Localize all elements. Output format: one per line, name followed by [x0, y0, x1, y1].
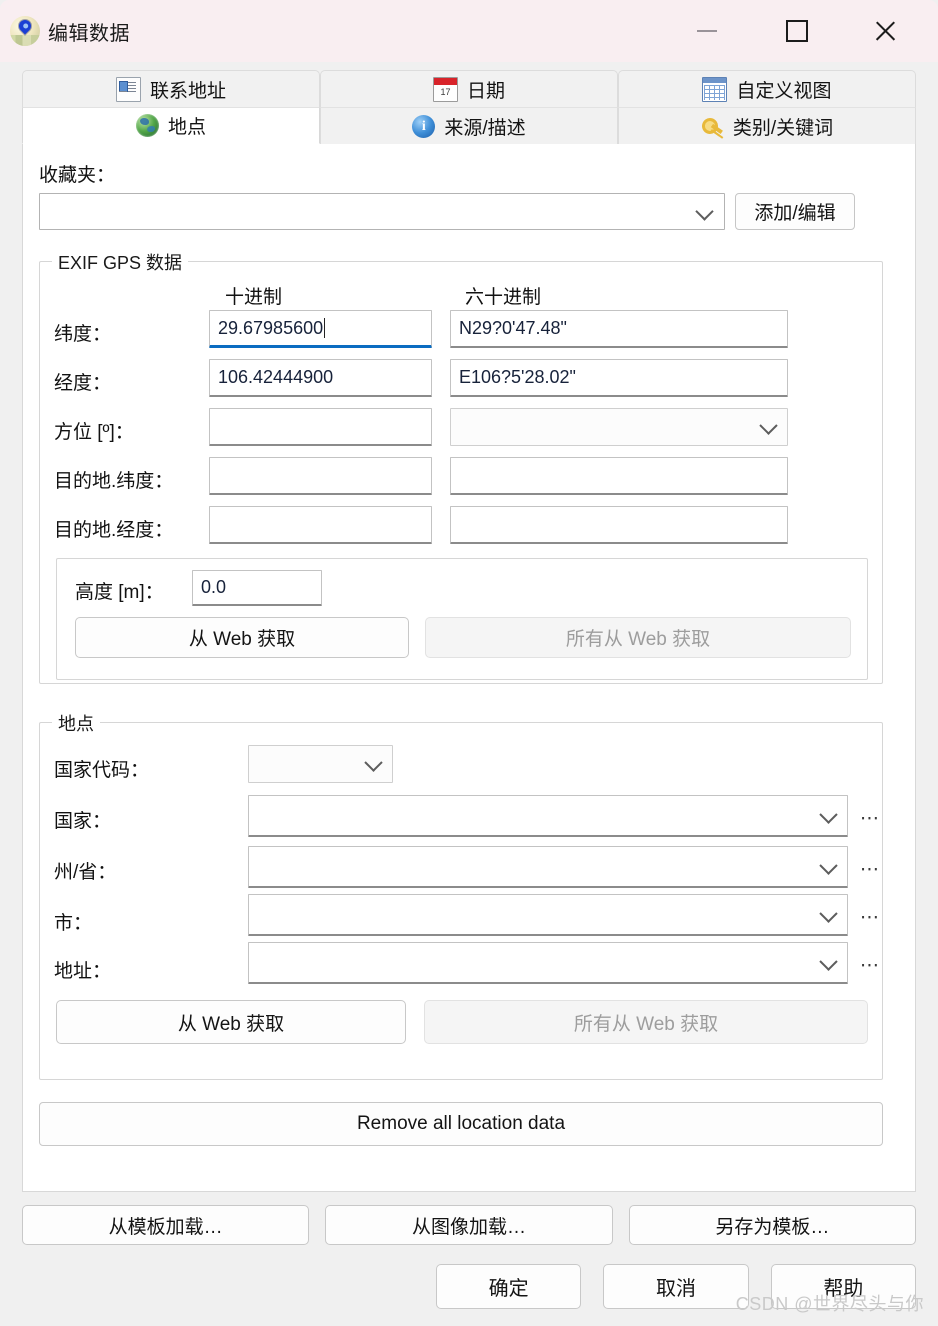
chevron-down-icon [819, 805, 838, 824]
city-combo[interactable] [248, 894, 848, 936]
destination-latitude-sexagesimal-input[interactable] [450, 457, 788, 495]
location-pin-icon [10, 16, 40, 46]
maximize-button[interactable] [766, 0, 828, 62]
latitude-sexagesimal-value: N29?0'47.48" [459, 318, 567, 338]
chevron-down-icon [759, 416, 778, 435]
tab-row-bottom: 地点 来源/描述 类别/关键词 [22, 107, 916, 144]
favorites-combo[interactable] [39, 193, 725, 230]
longitude-decimal-input[interactable]: 106.42444900 [209, 359, 432, 397]
country-label: 国家： [54, 811, 112, 832]
chevron-down-icon [819, 904, 838, 923]
tab-strip: 联系地址 日期 自定义视图 地点 来源/描述 类别/关键词 [22, 70, 916, 144]
altitude-label: 高度 [m]： [75, 582, 164, 603]
globe-icon [135, 114, 159, 137]
info-circle-icon [412, 114, 436, 138]
tab-category-keywords[interactable]: 类别/关键词 [618, 107, 916, 144]
location-tab-panel: 收藏夹： 添加/编辑 EXIF GPS 数据 十进制 六十进制 纬度： 29.6… [22, 144, 916, 1192]
city-label: 市： [54, 913, 93, 934]
latitude-decimal-value: 29.67985600 [218, 317, 324, 338]
ok-button[interactable]: 确定 [436, 1264, 582, 1309]
watermark: CSDN @世界尽头与你 [735, 1294, 924, 1314]
key-icon [701, 115, 724, 138]
cancel-button[interactable]: 取消 [603, 1264, 749, 1309]
bearing-decimal-input[interactable] [209, 408, 432, 446]
altitude-all-from-web-button: 所有从 Web 获取 [425, 617, 851, 658]
exif-gps-group-title: EXIF GPS 数据 [52, 249, 189, 275]
tab-label: 日期 [466, 80, 505, 102]
template-button-row: 从模板加载… 从图像加载… 另存为模板… [22, 1205, 916, 1245]
tab-custom-view[interactable]: 自定义视图 [618, 70, 916, 107]
country-more-button[interactable]: ⋯ [860, 809, 880, 828]
tab-contact-address[interactable]: 联系地址 [22, 70, 320, 107]
longitude-sexagesimal-value: E106?5'28.02" [459, 367, 576, 387]
favorites-label: 收藏夹： [39, 165, 116, 186]
chevron-down-icon [695, 202, 714, 221]
tab-source-description[interactable]: 来源/描述 [320, 107, 618, 144]
tab-label: 自定义视图 [736, 80, 832, 102]
altitude-value: 0.0 [201, 577, 227, 597]
window-title: 编辑数据 [48, 22, 130, 45]
longitude-decimal-value: 106.42444900 [218, 367, 334, 387]
chevron-down-icon [819, 856, 838, 875]
country-code-label: 国家代码： [54, 760, 150, 781]
destination-longitude-sexagesimal-input[interactable] [450, 506, 788, 544]
maximize-icon [786, 20, 808, 42]
remove-all-location-data-button[interactable]: Remove all location data [39, 1102, 883, 1146]
address-label: 地址： [54, 961, 112, 982]
altitude-input[interactable]: 0.0 [192, 570, 322, 606]
destination-latitude-label: 目的地.纬度： [54, 471, 174, 492]
window-controls [676, 0, 938, 62]
state-more-button[interactable]: ⋯ [860, 860, 880, 879]
latitude-label: 纬度： [54, 324, 112, 345]
place-group-title: 地点 [52, 710, 100, 736]
title-bar: 编辑数据 [0, 0, 938, 62]
state-label: 州/省： [54, 862, 117, 883]
bearing-reference-combo[interactable] [450, 408, 788, 446]
city-more-button[interactable]: ⋯ [860, 908, 880, 927]
bearing-label: 方位 [º]： [54, 422, 134, 443]
address-combo[interactable] [248, 942, 848, 984]
tab-row-top: 联系地址 日期 自定义视图 [22, 70, 916, 107]
place-group: 地点 国家代码： 国家： ⋯ 州/省： ⋯ 市： ⋯ 地址： ⋯ 从 Web 获… [39, 710, 883, 1080]
contact-card-icon [115, 76, 141, 102]
load-from-image-button[interactable]: 从图像加载… [325, 1205, 613, 1245]
destination-latitude-decimal-input[interactable] [209, 457, 432, 495]
tab-label: 联系地址 [149, 80, 226, 102]
edit-data-dialog: 编辑数据 联系地址 日期 自定义视图 [0, 0, 938, 1326]
tab-date[interactable]: 日期 [320, 70, 618, 107]
country-combo[interactable] [248, 795, 848, 837]
column-header-decimal: 十进制 [225, 287, 283, 308]
column-header-sexagesimal: 六十进制 [465, 287, 542, 308]
country-code-combo[interactable] [248, 745, 393, 783]
longitude-sexagesimal-input[interactable]: E106?5'28.02" [450, 359, 788, 397]
address-more-button[interactable]: ⋯ [860, 956, 880, 975]
close-icon [873, 19, 897, 43]
tab-label: 来源/描述 [444, 117, 526, 139]
altitude-group: 高度 [m]： 0.0 从 Web 获取 所有从 Web 获取 [56, 558, 868, 680]
tab-label: 地点 [167, 117, 206, 138]
exif-gps-group: EXIF GPS 数据 十进制 六十进制 纬度： 29.67985600 N29… [39, 249, 883, 684]
state-combo[interactable] [248, 846, 848, 888]
minimize-icon [697, 30, 717, 32]
tab-location[interactable]: 地点 [22, 107, 320, 144]
place-from-web-button[interactable]: 从 Web 获取 [56, 1000, 406, 1044]
load-from-template-button[interactable]: 从模板加载… [22, 1205, 310, 1245]
tab-label: 类别/关键词 [732, 117, 834, 139]
latitude-decimal-input[interactable]: 29.67985600 [209, 310, 432, 348]
altitude-from-web-button[interactable]: 从 Web 获取 [75, 617, 409, 658]
destination-longitude-decimal-input[interactable] [209, 506, 432, 544]
destination-longitude-label: 目的地.经度： [54, 520, 174, 541]
longitude-label: 经度： [54, 373, 112, 394]
latitude-sexagesimal-input[interactable]: N29?0'47.48" [450, 310, 788, 348]
favorites-add-edit-button[interactable]: 添加/编辑 [735, 193, 855, 230]
place-all-from-web-button: 所有从 Web 获取 [424, 1000, 868, 1044]
chevron-down-icon [364, 753, 383, 772]
save-as-template-button[interactable]: 另存为模板… [628, 1205, 916, 1245]
table-grid-icon [702, 76, 728, 102]
chevron-down-icon [819, 952, 838, 971]
minimize-button[interactable] [676, 0, 738, 62]
close-button[interactable] [854, 0, 916, 62]
calendar-icon [432, 76, 458, 102]
